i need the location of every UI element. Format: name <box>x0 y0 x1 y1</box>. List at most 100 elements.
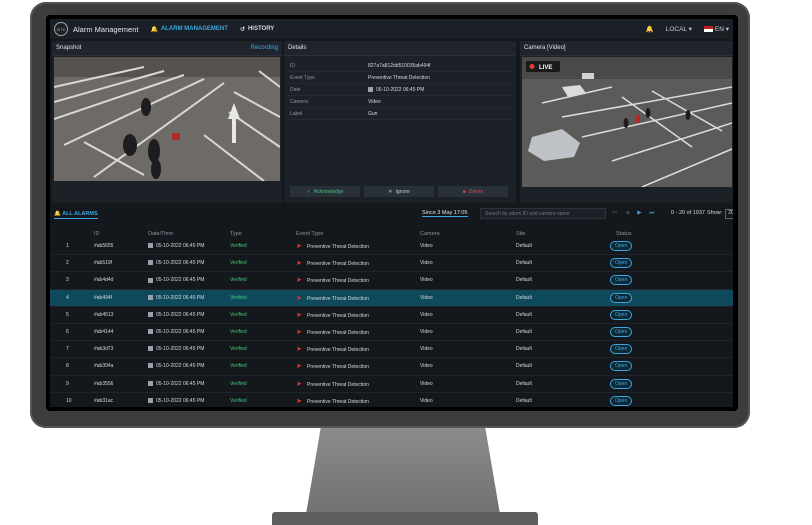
recording-status: Recording <box>250 45 278 51</box>
table-row[interactable]: 6 #ab4144 05-10-2022 06:45 PM Verified ➤ Prev… <box>50 324 733 342</box>
alarm-event-text: Preventive Threat Detection <box>307 243 369 250</box>
table-row[interactable]: 10 #ab31ac 05-10-2022 06:45 PM Verified ➤ Pre… <box>50 393 733 407</box>
status-badge[interactable]: Open <box>610 344 633 355</box>
header-camera[interactable]: Camera <box>420 231 440 237</box>
status-badge[interactable]: Open <box>610 326 633 337</box>
table-row[interactable]: 7 #ab3d73 05-10-2022 06:45 PM Verified ➤ Prev… <box>50 341 733 359</box>
status-badge-label: Open <box>610 275 633 286</box>
table-row[interactable]: 1 #ab5655 05-10-2022 06:45 PM Verified ➤ Prev… <box>50 238 733 256</box>
ignore-button[interactable]: ✕ Ignore <box>364 186 434 197</box>
alarm-id: #ab3d73 <box>94 346 114 353</box>
alarm-site: Default <box>516 243 532 249</box>
language-dropdown[interactable]: EN ▾ <box>703 25 729 33</box>
notification-bell-icon[interactable]: 🔔 <box>646 25 654 33</box>
nav-history-label: HISTORY <box>247 26 275 32</box>
gun-icon: ➤ <box>296 380 302 388</box>
app-logo: SITE <box>54 22 68 36</box>
header-status[interactable]: Status <box>616 231 632 237</box>
alarm-camera: Video <box>420 328 433 335</box>
detail-value: Video <box>368 98 381 105</box>
alarm-type: Verified <box>230 277 247 284</box>
detail-key: ID <box>290 62 295 69</box>
first-page-icon[interactable]: ⏮ <box>612 210 617 217</box>
alarm-type: Verified <box>230 260 247 267</box>
alarm-site: Default <box>516 397 532 404</box>
alarm-datetime: 05-10-2022 06:45 PM <box>148 398 204 404</box>
status-badge[interactable]: Open <box>610 292 633 303</box>
alarm-datetime-text: 05-10-2022 06:45 PM <box>156 277 205 284</box>
snapshot-panel: Snapshot Recording <box>52 41 282 203</box>
detail-key: Label <box>290 110 303 117</box>
status-badge[interactable]: Open <box>610 378 633 389</box>
detail-value: Preventive Threat Detection <box>368 74 430 81</box>
details-panel: Details ID 827a7a812dd510035ab494f Event … <box>284 41 516 203</box>
alarm-camera: Video <box>420 243 433 249</box>
alarm-type: Verified <box>230 328 247 335</box>
status-badge[interactable]: Open <box>610 395 633 406</box>
alarm-id: #ab519f <box>94 260 113 267</box>
gun-icon: ➤ <box>296 363 302 371</box>
alarms-toolbar: 🔔 ALL ALARMS Since 3 May 17:05 ⏮ ◀ ▶ ⏭ 0… <box>50 207 733 223</box>
top-bar: SITE Alarm Management 🔔 ALARM MANAGEMENT… <box>50 19 733 39</box>
gun-icon: ➤ <box>296 243 302 250</box>
table-row[interactable]: 9 #ab3556 05-10-2022 06:45 PM Verified ➤ Prev… <box>50 376 733 393</box>
gun-icon: ➤ <box>296 397 302 405</box>
search-input[interactable] <box>480 208 606 219</box>
nav-alarm-management-label: ALARM MANAGEMENT <box>160 26 228 32</box>
table-row[interactable]: 8 #ab394a 05-10-2022 06:45 PM Verified ➤ Prev… <box>50 358 733 376</box>
table-row[interactable]: 3 #ab4d4d 05-10-2022 06:45 PM Verified ➤ Prev… <box>50 272 733 290</box>
alarm-type: Verified <box>230 363 247 370</box>
alarm-id: #ab3556 <box>94 380 114 387</box>
detail-row-event-type: Event Type Preventive Threat Detection <box>284 72 516 84</box>
status-badge-label: Open <box>610 241 633 251</box>
detail-key: Event Type <box>290 74 315 81</box>
alarm-camera: Video <box>420 363 433 370</box>
status-badge[interactable]: Open <box>610 258 633 269</box>
page-size-select[interactable]: 20 <box>725 209 733 219</box>
alarm-datetime: 05-10-2022 06:45 PM <box>148 260 204 266</box>
gun-icon: ➤ <box>296 346 302 354</box>
header-type[interactable]: Type <box>230 231 242 237</box>
alarm-datetime: 05-10-2022 06:45 PM <box>148 346 204 352</box>
tab-all-alarms[interactable]: 🔔 ALL ALARMS <box>54 211 98 219</box>
table-row[interactable]: 2 #ab519f 05-10-2022 06:45 PM Verified ➤ Prev… <box>50 255 733 273</box>
detail-row-camera: Camera Video <box>284 96 516 108</box>
alarm-id: #ab5655 <box>94 243 114 249</box>
status-badge[interactable]: Open <box>610 361 633 372</box>
status-badge[interactable]: Open <box>610 275 633 286</box>
table-row[interactable]: 5 #ab4513 05-10-2022 06:45 PM Verified ➤ Prev… <box>50 307 733 324</box>
table-row[interactable]: 4 #ab494f 05-10-2022 06:45 PM Verified ➤ Prev… <box>50 289 733 307</box>
alarm-event: ➤ Preventive Threat Detection <box>296 363 369 370</box>
locale-dropdown[interactable]: LOCAL ▾ <box>666 25 692 33</box>
app-screen: SITE Alarm Management 🔔 ALARM MANAGEMENT… <box>50 19 733 407</box>
alarm-event-text: Preventive Threat Detection <box>307 312 369 319</box>
next-page-icon[interactable]: ▶ <box>637 210 641 217</box>
calendar-icon <box>148 329 153 335</box>
bell-icon: 🔔 <box>150 26 158 33</box>
header-datetime[interactable]: Date/Time <box>148 231 173 237</box>
alarm-site: Default <box>516 311 532 318</box>
table-header: ID Date/Time Type Event Type Camera Site… <box>50 226 733 238</box>
alarm-datetime-text: 05-10-2022 06:45 PM <box>156 397 205 404</box>
header-site[interactable]: Site <box>516 231 525 237</box>
header-id[interactable]: ID <box>94 231 100 237</box>
status-badge-label: Open <box>610 378 633 389</box>
alarm-site: Default <box>516 363 532 370</box>
nav-alarm-management[interactable]: 🔔 ALARM MANAGEMENT <box>150 26 227 33</box>
alarm-camera: Video <box>420 311 433 318</box>
details-title: Details <box>288 45 307 51</box>
delete-button[interactable]: ■ Delete <box>438 186 508 197</box>
alarm-event: ➤ Preventive Threat Detection <box>296 260 369 267</box>
gun-icon: ➤ <box>296 277 302 285</box>
status-badge-label: Open <box>610 326 633 337</box>
nav-history[interactable]: ↺ HISTORY <box>240 26 274 33</box>
prev-page-icon[interactable]: ◀ <box>625 210 629 217</box>
last-page-icon[interactable]: ⏭ <box>649 210 654 217</box>
status-badge[interactable]: Open <box>610 309 633 320</box>
acknowledge-button[interactable]: ✓ Acknowledge <box>290 186 360 197</box>
alarm-datetime-text: 05-10-2022 06:45 PM <box>156 243 205 249</box>
status-badge[interactable]: Open <box>610 241 633 251</box>
since-filter[interactable]: Since 3 May 17:05 <box>422 210 468 217</box>
pagination: ⏮ ◀ ▶ ⏭ <box>612 210 654 217</box>
header-event-type[interactable]: Event Type <box>296 231 323 237</box>
